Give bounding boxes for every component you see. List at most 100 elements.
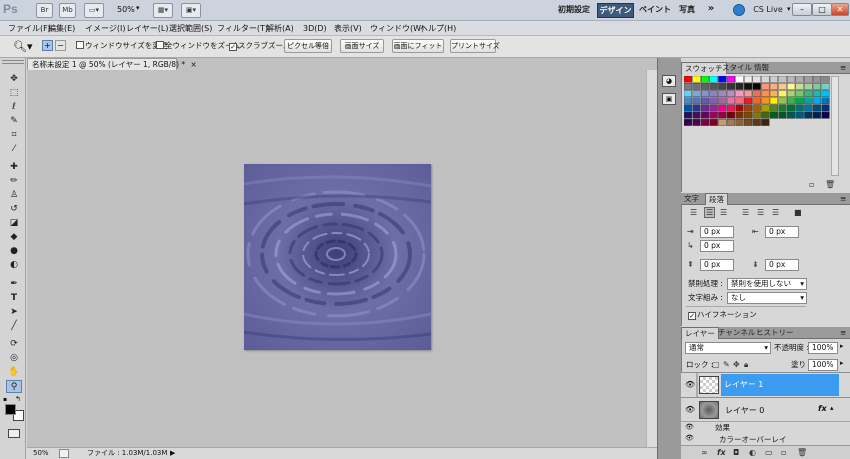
zoom-tool-preset-icon[interactable]: 🔍︎▾ [13,40,33,53]
swatch-cell[interactable] [778,90,787,97]
swatch-cell[interactable] [735,90,744,97]
fill-field[interactable]: 100% [808,359,838,371]
swatch-cell[interactable] [752,104,761,112]
swatch-cell[interactable] [684,119,693,126]
swatch-cell[interactable] [804,82,813,90]
swatch-cell[interactable] [718,76,727,83]
swatch-cell[interactable] [761,82,770,90]
swatch-cell[interactable] [761,104,770,112]
swatch-cell[interactable] [718,82,727,90]
menu-select[interactable]: 選択範囲(S) [169,22,212,35]
indent-right-field[interactable]: 0 px [765,226,799,238]
swatch-cell[interactable] [709,76,718,83]
add-layer-style-icon[interactable]: fx [717,448,726,457]
add-mask-icon[interactable]: ◘ [733,448,739,457]
swatch-cell[interactable] [701,82,710,90]
close-button[interactable]: ✕ [831,3,849,16]
swatch-cell[interactable] [709,111,718,119]
swatch-cell[interactable] [726,82,736,90]
swatch-cell[interactable] [692,97,701,105]
swatch-cell[interactable] [692,76,701,83]
swatch-cell[interactable] [821,111,830,119]
swatch-cell[interactable] [744,82,753,90]
visibility-eye-icon[interactable]: 👁︎ [685,380,695,389]
panel-grip[interactable] [2,60,24,64]
menu-window[interactable]: ウィンドウ(W) [370,22,424,35]
checkbox-checked-icon[interactable]: ✓ [688,312,696,320]
menu-help[interactable]: ヘルプ(H) [420,22,456,35]
more-workspaces-button[interactable]: » [704,3,718,18]
menu-layer[interactable]: レイヤー(L) [126,22,168,35]
swatch-cell[interactable] [718,111,727,119]
eyedropper-tool-icon[interactable]: ⁄ [6,143,22,156]
swatch-cell[interactable] [786,76,796,83]
lasso-tool-icon[interactable]: ℓ [6,101,22,114]
close-icon[interactable]: × [191,60,197,69]
menu-image[interactable]: イメージ(I) [85,22,125,35]
swatch-cell[interactable] [735,119,744,126]
swatch-cell[interactable] [752,76,761,83]
tab-channels[interactable]: チャンネル [715,327,758,339]
document-tab[interactable]: 名称未設定 1 @ 50% (レイヤー 1, RGB/8) * × [27,58,197,70]
swatch-cell[interactable] [744,97,753,105]
swatch-cell[interactable] [778,97,787,105]
swatch-cell[interactable] [752,82,761,90]
swatch-cell[interactable] [718,104,727,112]
swatch-cell[interactable] [709,90,718,97]
swatch-cell[interactable] [795,82,804,90]
swatch-cell[interactable] [812,76,822,83]
swatch-cell[interactable] [795,111,804,119]
swatches-grid[interactable] [684,76,836,128]
foreground-color-swatch[interactable] [5,404,16,415]
tab-layers[interactable]: レイヤー [681,327,719,339]
status-icon[interactable] [59,449,69,458]
swatch-cell[interactable] [718,119,727,126]
hyphenate-checkbox[interactable]: ✓ ハイフネーション [688,309,757,321]
align-right-icon[interactable]: ☰ [720,208,727,217]
swatch-cell[interactable] [795,97,804,105]
pen-tool-icon[interactable]: ✒ [6,278,22,291]
color-panel-icon[interactable]: ◕ [662,75,676,87]
swatch-cell[interactable] [821,76,830,83]
swatches-scrollbar[interactable] [831,76,839,176]
swatch-cell[interactable] [778,111,787,119]
tab-styles[interactable]: スタイル [719,62,755,74]
dodge-tool-icon[interactable]: ◐ [6,259,22,272]
menu-file[interactable]: ファイル(F) [8,22,51,35]
cs-live-button[interactable]: CS Live [748,3,788,18]
new-swatch-icon[interactable]: ▫ [809,180,814,189]
new-group-icon[interactable]: ▭ [765,448,773,457]
swatch-cell[interactable] [726,104,736,112]
mojikumi-select[interactable]: なし ▾ [727,292,807,304]
lock-transparency-icon[interactable]: ▢ [712,360,720,369]
swatch-cell[interactable] [795,76,804,83]
adjustment-layer-icon[interactable]: ◐ [749,448,756,457]
indent-first-line-field[interactable]: 0 px [700,240,734,252]
opacity-field[interactable]: 100% [808,342,838,354]
justify-all-icon[interactable]: ■ [794,208,802,217]
path-selection-tool-icon[interactable]: ➤ [6,306,22,319]
align-left-icon[interactable]: ☰ [690,208,697,217]
menu-view[interactable]: 表示(V) [334,22,362,35]
workspace-painting[interactable]: ペイント [638,3,672,18]
swatch-cell[interactable] [778,82,787,90]
trash-icon[interactable]: 🗑︎ [797,448,807,457]
kinsoku-select[interactable]: 禁則を使用しない ▾ [727,278,807,290]
chevron-up-icon[interactable]: ▴ [830,404,834,412]
swatch-cell[interactable] [761,111,770,119]
swatch-cell[interactable] [786,104,796,112]
indent-left-field[interactable]: 0 px [700,226,734,238]
layer-row-0[interactable]: 👁︎ レイヤー 0 fx ▴ [681,398,850,422]
status-menu-arrow-icon[interactable]: ▶ [170,448,175,459]
brush-tool-icon[interactable]: ✏ [6,175,22,188]
effects-row[interactable]: 👁︎ 効果 [681,422,850,434]
swatch-cell[interactable] [778,76,787,83]
checkbox-icon[interactable] [156,41,164,49]
swatch-cell[interactable] [701,111,710,119]
swatch-cell[interactable] [804,76,813,83]
tab-history[interactable]: ヒストリー [753,327,797,339]
chevron-right-icon[interactable]: ▸ [840,342,844,350]
lock-pixels-icon[interactable]: ✎ [723,360,730,369]
swatch-cell[interactable] [735,82,744,90]
swatch-cell[interactable] [769,97,779,105]
